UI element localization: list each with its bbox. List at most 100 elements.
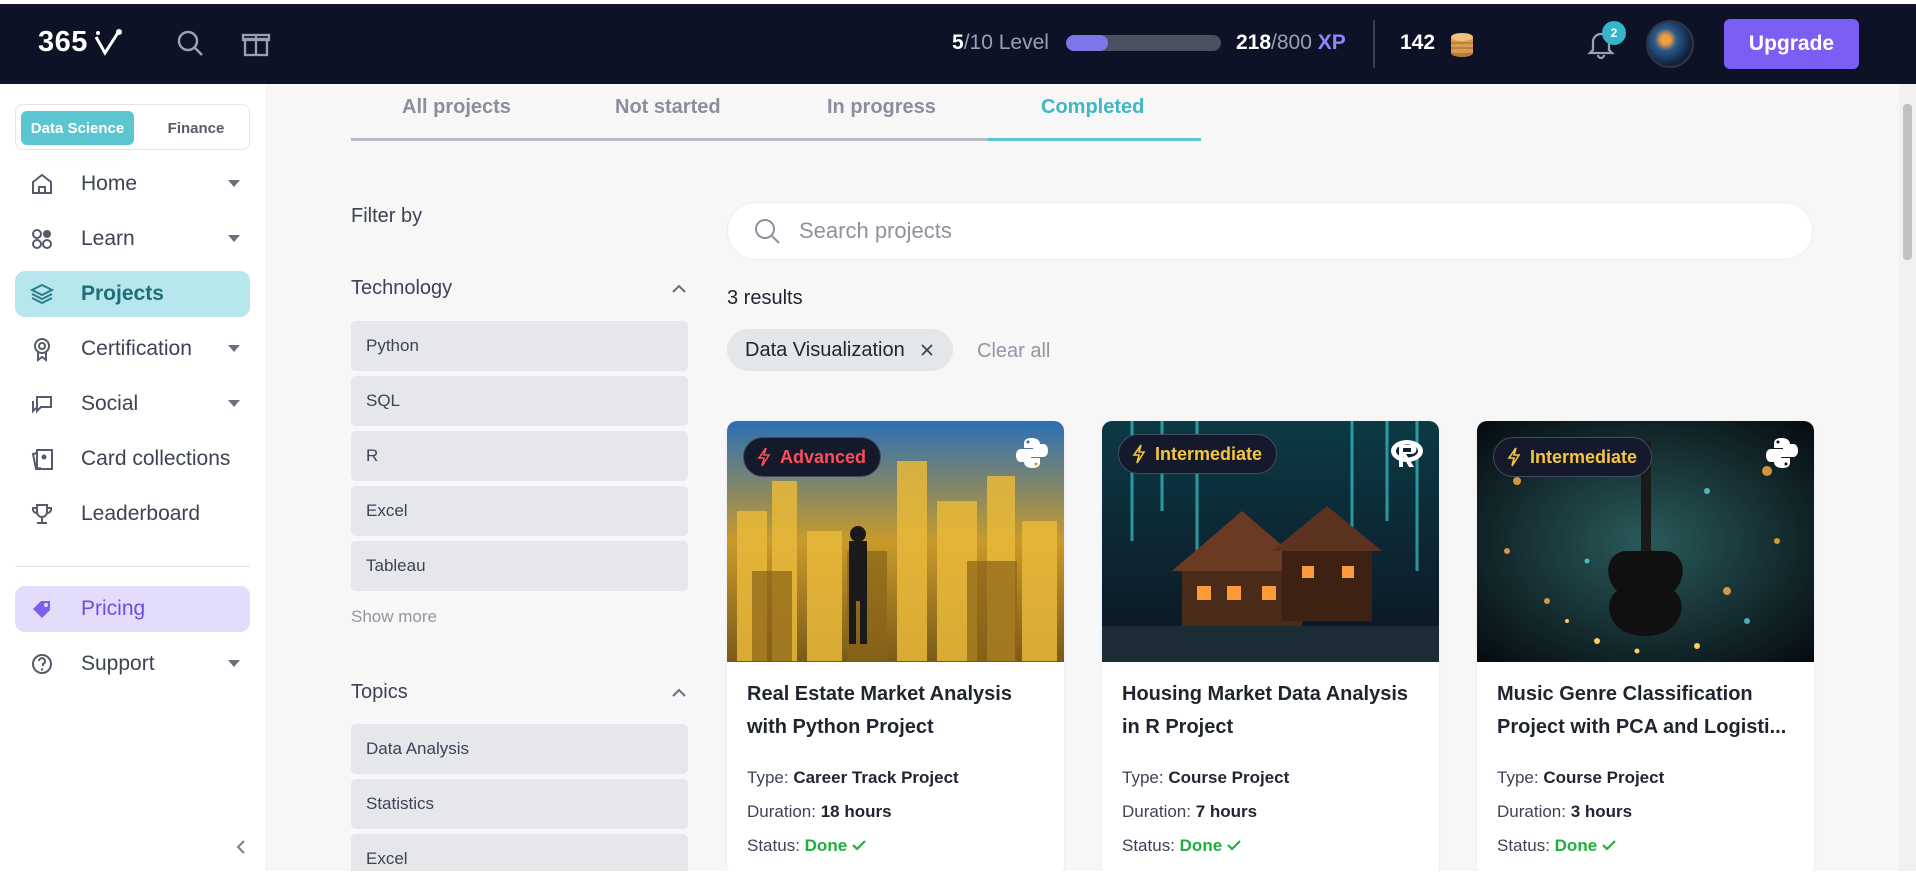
xp-progress-bar [1066, 35, 1221, 51]
project-status-label: Status: [747, 836, 800, 855]
results-count: 3 results [727, 287, 803, 309]
project-duration: Duration: 18 hours [747, 802, 892, 822]
r-icon [1391, 440, 1423, 467]
scrollbar[interactable] [1899, 84, 1916, 875]
upgrade-button[interactable]: Upgrade [1724, 19, 1859, 69]
project-status-value: Done [1179, 836, 1223, 855]
logo[interactable]: 365 [38, 26, 124, 59]
gift-icon[interactable] [241, 28, 271, 58]
xp-total: /800 [1271, 31, 1312, 54]
xp-label: XP [1317, 31, 1346, 54]
track-finance[interactable]: Finance [146, 111, 246, 145]
filter-tableau[interactable]: Tableau [351, 541, 688, 591]
project-type-value: Career Track Project [793, 768, 959, 787]
project-type-value: Course Project [1168, 768, 1290, 787]
project-tabs: All projects Not started In progress Com… [351, 84, 1201, 142]
search-bar [727, 202, 1813, 260]
project-title[interactable]: Housing Market Data Analysis in R Projec… [1122, 678, 1422, 744]
filter-excel[interactable]: Excel [351, 486, 688, 536]
tab-all-projects[interactable]: All projects [402, 96, 511, 119]
project-duration-value: 7 hours [1195, 802, 1258, 821]
logo-text: 365 [38, 26, 88, 58]
sidebar-item-pricing[interactable]: Pricing [15, 586, 250, 632]
sidebar-item-certification[interactable]: Certification [15, 326, 250, 372]
chat-icon [32, 396, 52, 414]
filter-python[interactable]: Python [351, 321, 688, 371]
search-icon [755, 219, 780, 244]
project-duration-label: Duration: [747, 802, 816, 821]
level-badge-label: Intermediate [1530, 446, 1638, 467]
coins-icon [1451, 33, 1473, 57]
project-card[interactable]: Intermediate Housing Market Data Analysi… [1102, 421, 1439, 875]
sidebar-item-label: Learn [81, 227, 135, 250]
layers-icon [29, 283, 55, 305]
checkmark-icon [852, 840, 866, 851]
project-duration-label: Duration: [1122, 802, 1191, 821]
show-more-link[interactable]: Show more [351, 607, 437, 627]
project-card[interactable]: Intermediate Music Genre Classification … [1477, 421, 1814, 875]
filter-excel-topic[interactable]: Excel [351, 834, 688, 875]
sidebar-item-card-collections[interactable]: Card collections [15, 436, 250, 482]
sidebar: Data Science Finance Home Learn Projects… [0, 84, 265, 875]
project-duration-value: 3 hours [1570, 802, 1633, 821]
xp-current: 218 [1236, 31, 1272, 54]
xp-progress-fill [1066, 35, 1108, 51]
project-type: Type: Course Project [1497, 768, 1664, 788]
sidebar-item-home[interactable]: Home [15, 161, 250, 207]
filter-data-analysis[interactable]: Data Analysis [351, 724, 688, 774]
close-icon[interactable] [919, 342, 935, 358]
tab-in-progress[interactable]: In progress [827, 96, 936, 119]
project-duration-value: 18 hours [820, 802, 892, 821]
python-icon [1766, 438, 1798, 468]
lightning-icon [1507, 447, 1521, 467]
filter-sql[interactable]: SQL [351, 376, 688, 426]
project-type-value: Course Project [1543, 768, 1665, 787]
sidebar-divider [15, 566, 250, 567]
filter-r[interactable]: R [351, 431, 688, 481]
logo-mark-icon [94, 28, 122, 56]
active-filter-label: Data Visualization [745, 338, 905, 361]
search-icon[interactable] [175, 28, 205, 58]
certificate-icon [34, 338, 50, 362]
project-title[interactable]: Music Genre Classification Project with … [1497, 678, 1797, 744]
sidebar-item-learn[interactable]: Learn [15, 216, 250, 262]
cards-icon [31, 449, 53, 471]
sidebar-item-label: Projects [81, 282, 164, 305]
sidebar-item-leaderboard[interactable]: Leaderboard [15, 491, 250, 537]
top-edge [0, 0, 1916, 4]
chevron-up-icon[interactable] [671, 685, 687, 701]
sidebar-item-label: Certification [81, 337, 192, 360]
topics-group-title[interactable]: Topics [351, 681, 408, 704]
sidebar-item-label: Social [81, 392, 139, 415]
sidebar-item-social[interactable]: Social [15, 381, 250, 427]
project-type: Type: Career Track Project [747, 768, 959, 788]
sidebar-item-support[interactable]: Support [15, 641, 250, 687]
divider [1373, 20, 1375, 68]
scrollbar-thumb[interactable] [1903, 104, 1912, 260]
technology-group-title[interactable]: Technology [351, 277, 452, 300]
sidebar-item-projects[interactable]: Projects [15, 271, 250, 317]
python-icon [1016, 438, 1048, 468]
track-toggle: Data Science Finance [15, 104, 250, 150]
sidebar-item-label: Card collections [81, 447, 231, 470]
clear-all-link[interactable]: Clear all [977, 340, 1050, 363]
tab-completed[interactable]: Completed [1041, 96, 1144, 119]
project-title[interactable]: Real Estate Market Analysis with Python … [747, 678, 1047, 744]
filter-statistics[interactable]: Statistics [351, 779, 688, 829]
project-type: Type: Course Project [1122, 768, 1289, 788]
checkmark-icon [1227, 840, 1241, 851]
tab-not-started[interactable]: Not started [615, 96, 721, 119]
search-input[interactable] [799, 218, 1699, 244]
chevron-down-icon [228, 180, 240, 187]
project-duration: Duration: 7 hours [1122, 802, 1257, 822]
collapse-sidebar-icon[interactable] [232, 838, 250, 856]
avatar[interactable] [1646, 20, 1694, 68]
project-status-value: Done [1554, 836, 1598, 855]
chevron-down-icon [228, 660, 240, 667]
lightning-icon [757, 447, 771, 467]
project-status-label: Status: [1497, 836, 1550, 855]
project-card[interactable]: Advanced Real Estate Market Analysis wit… [727, 421, 1064, 875]
chevron-up-icon[interactable] [671, 281, 687, 297]
level-current: 5 [952, 31, 964, 54]
track-data-science[interactable]: Data Science [21, 111, 134, 145]
